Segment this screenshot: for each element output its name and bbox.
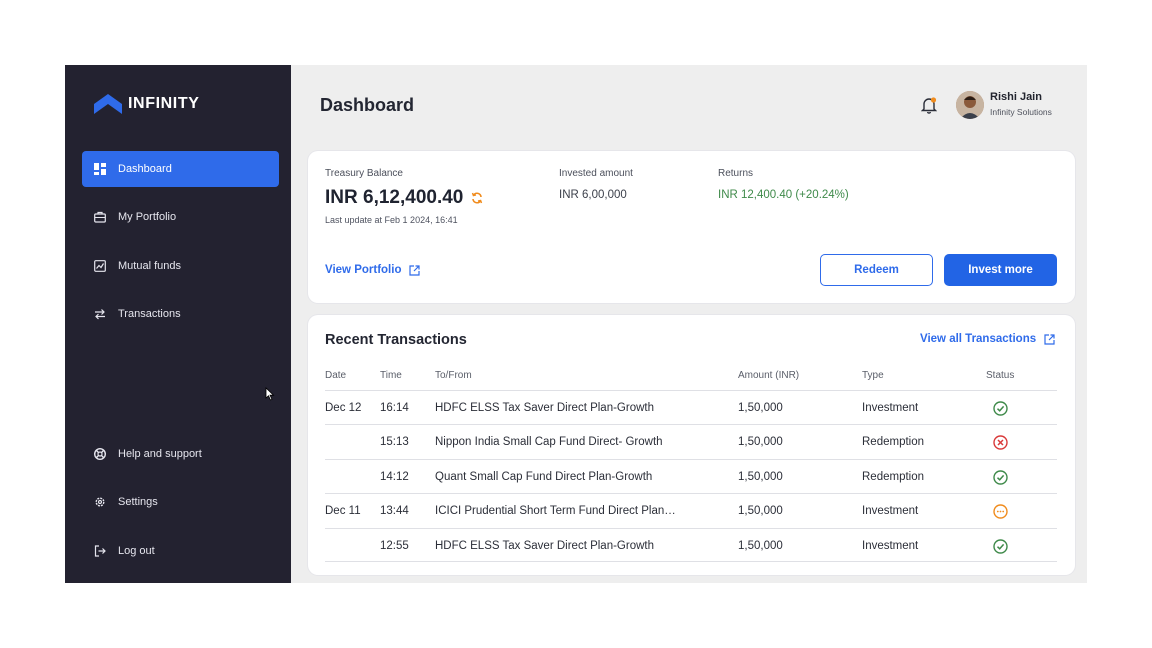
sidebar-item-label: Transactions [118, 308, 181, 320]
row-type: Redemption [862, 470, 925, 483]
brand-name: INFINITY [128, 95, 200, 112]
table-row[interactable]: 14:12 Quant Small Cap Fund Direct Plan-G… [325, 458, 1057, 493]
row-fund: HDFC ELSS Tax Saver Direct Plan-Growth [435, 402, 654, 414]
invest-more-button[interactable]: Invest more [944, 254, 1057, 286]
row-fund: Quant Small Cap Fund Direct Plan-Growth [435, 470, 653, 483]
row-type: Investment [862, 505, 919, 518]
returns-value: INR 12,400.40 (+20.24%) [718, 189, 849, 201]
view-portfolio-label: View Portfolio [325, 264, 402, 276]
column-header-type: Type [862, 370, 884, 381]
column-header-amount: Amount (INR) [738, 370, 800, 381]
sidebar-item-logout[interactable]: Log out [82, 533, 279, 569]
user-name: Rishi Jain [990, 91, 1042, 103]
row-time: 12:55 [380, 539, 409, 552]
view-all-transactions-label: View all Transactions [920, 333, 1037, 345]
row-date: Dec 11 [325, 505, 361, 518]
sidebar-item-label: Dashboard [118, 163, 172, 175]
sidebar-item-label: Settings [118, 496, 158, 508]
row-amount: 1,50,000 [738, 436, 783, 449]
brand-logo[interactable]: INFINITY [93, 93, 199, 115]
invested-amount-label: Invested amount [559, 168, 633, 179]
redeem-button[interactable]: Redeem [820, 254, 933, 286]
page-title: Dashboard [320, 95, 415, 115]
external-link-icon [1044, 333, 1055, 345]
row-fund: HDFC ELSS Tax Saver Direct Plan-Growth [435, 539, 654, 552]
table-row[interactable]: Dec 11 13:44 ICICI Prudential Short Term… [325, 493, 1057, 527]
row-fund: ICICI Prudential Short Term Fund Direct … [435, 505, 676, 518]
treasury-balance-label: Treasury Balance [325, 168, 403, 179]
chart-icon [94, 260, 106, 272]
recent-transactions-card: Recent Transactions View all Transaction… [308, 315, 1075, 575]
status-success-icon [993, 401, 1008, 416]
row-type: Redemption [862, 436, 925, 449]
dashboard-icon [94, 163, 106, 175]
row-date: Dec 12 [325, 402, 362, 414]
transfer-icon [94, 308, 106, 320]
treasury-balance-value: INR 6,12,400.40 [325, 187, 483, 209]
invested-amount-value: INR 6,00,000 [559, 189, 627, 201]
row-amount: 1,50,000 [738, 470, 783, 483]
notification-bell-icon[interactable] [921, 96, 937, 114]
row-amount: 1,50,000 [738, 505, 783, 518]
table-row[interactable]: 12:55 HDFC ELSS Tax Saver Direct Plan-Gr… [325, 527, 1057, 562]
status-pending-icon [993, 504, 1008, 519]
treasury-balance-amount: INR 6,12,400.40 [325, 187, 464, 208]
logout-icon [94, 545, 106, 557]
refresh-icon[interactable] [471, 192, 483, 204]
status-success-icon [993, 538, 1008, 554]
sidebar-item-transactions[interactable]: Transactions [82, 296, 279, 332]
table-row[interactable]: Dec 12 16:14 HDFC ELSS Tax Saver Direct … [325, 390, 1057, 424]
sidebar-item-label: My Portfolio [118, 211, 177, 223]
sidebar-item-label: Log out [118, 545, 155, 557]
user-organization: Infinity Solutions [990, 107, 1052, 117]
external-link-icon [409, 264, 421, 276]
view-portfolio-link[interactable]: View Portfolio [325, 264, 421, 276]
sidebar-item-label: Mutual funds [118, 260, 181, 272]
briefcase-icon [94, 211, 106, 223]
sidebar-item-my-portfolio[interactable]: My Portfolio [82, 199, 279, 235]
status-success-icon [993, 470, 1008, 485]
gear-icon [94, 496, 106, 508]
column-header-time: Time [380, 370, 402, 381]
sidebar-item-settings[interactable]: Settings [82, 484, 279, 520]
last-update-text: Last update at Feb 1 2024, 16:41 [325, 215, 458, 225]
column-header-status: Status [986, 370, 1015, 381]
row-time: 16:14 [380, 402, 409, 414]
logo-icon [94, 94, 122, 114]
status-failed-icon [993, 435, 1008, 451]
row-type: Investment [862, 402, 919, 414]
transactions-table: Dec 12 16:14 HDFC ELSS Tax Saver Direct … [325, 390, 1057, 562]
main-content: Dashboard Rishi Jain Infinity Solutions … [291, 65, 1087, 583]
row-amount: 1,50,000 [738, 539, 783, 552]
sidebar-item-mutual-funds[interactable]: Mutual funds [82, 248, 279, 284]
sidebar: INFINITY Dashboard My Portfolio Mutual f… [65, 65, 291, 583]
row-time: 14:12 [380, 470, 409, 483]
avatar[interactable] [956, 91, 984, 119]
table-row[interactable]: 15:13 Nippon India Small Cap Fund Direct… [325, 424, 1057, 458]
view-all-transactions-link[interactable]: View all Transactions [920, 333, 1055, 345]
recent-transactions-title: Recent Transactions [325, 332, 467, 348]
sidebar-item-label: Help and support [118, 448, 202, 460]
row-fund: Nippon India Small Cap Fund Direct- Grow… [435, 436, 663, 449]
balance-card: Treasury Balance INR 6,12,400.40 Last up… [308, 151, 1075, 303]
mouse-cursor-icon [265, 387, 275, 401]
row-type: Investment [862, 539, 919, 552]
column-header-date: Date [325, 370, 347, 381]
row-time: 13:44 [380, 505, 409, 518]
row-amount: 1,50,000 [738, 402, 783, 414]
sidebar-item-dashboard[interactable]: Dashboard [82, 151, 279, 187]
column-header-to-from: To/From [435, 370, 472, 381]
returns-label: Returns [718, 168, 754, 179]
app-window: INFINITY Dashboard My Portfolio Mutual f… [65, 65, 1087, 583]
row-time: 15:13 [380, 436, 409, 449]
sidebar-item-help[interactable]: Help and support [82, 436, 279, 472]
lifebuoy-icon [94, 448, 106, 460]
